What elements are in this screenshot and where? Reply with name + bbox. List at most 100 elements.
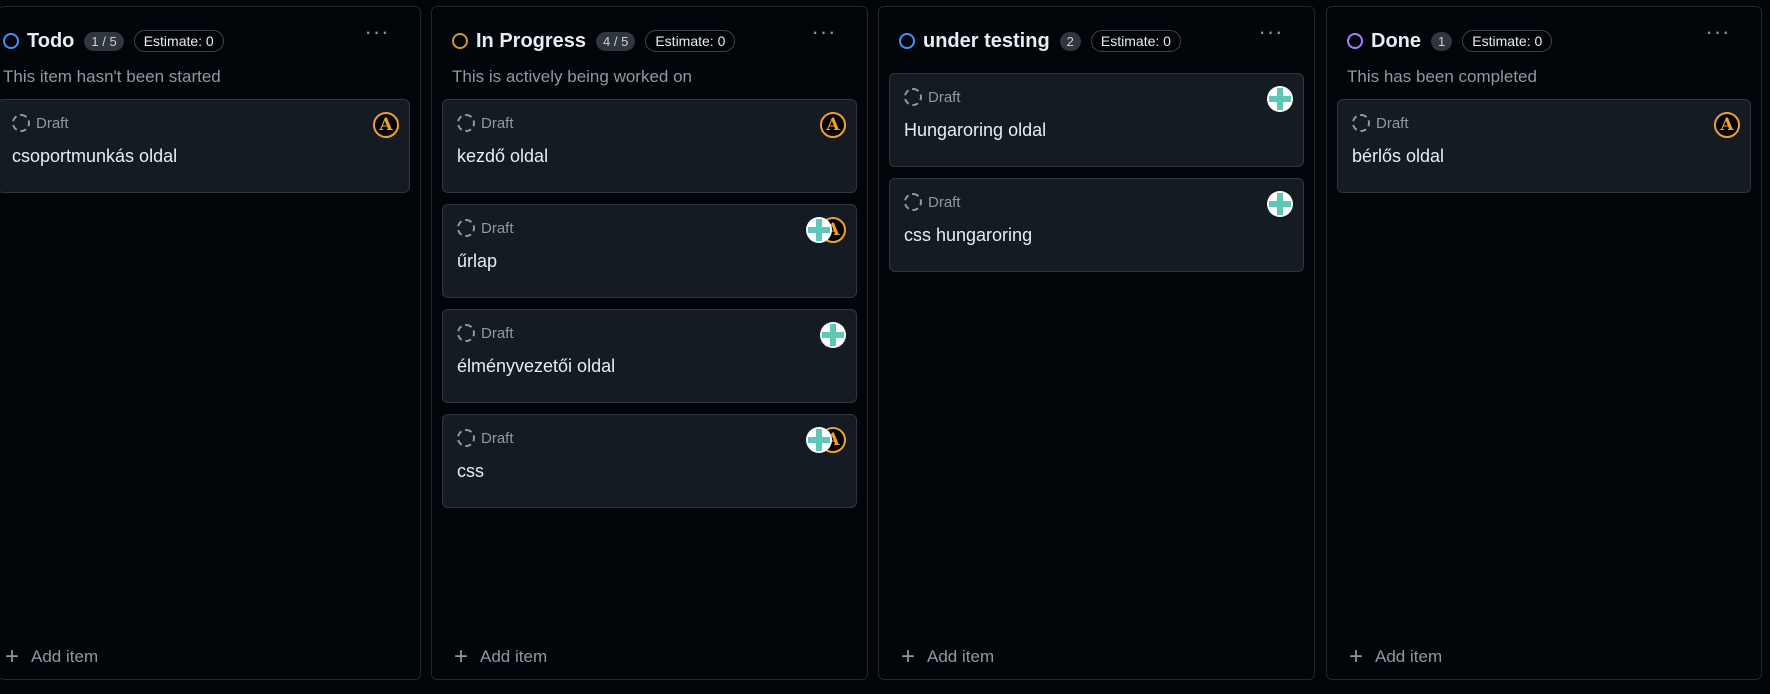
item-card[interactable]: Draft csoportmunkás oldal A <box>0 99 410 193</box>
column-todo: Todo 1 / 5 Estimate: 0 ··· This item has… <box>0 6 421 680</box>
column-menu-button[interactable]: ··· <box>1256 21 1286 45</box>
column-menu-button[interactable]: ··· <box>809 21 839 45</box>
card-title[interactable]: Hungaroring oldal <box>904 120 1046 141</box>
column-done: Done 1 Estimate: 0 ··· This has been com… <box>1326 6 1762 680</box>
assignee-avatars[interactable]: A <box>820 112 846 138</box>
estimate-badge: Estimate: 0 <box>133 30 224 52</box>
card-status: Draft <box>457 219 514 237</box>
draft-icon <box>457 429 475 447</box>
status-circle-icon <box>899 33 915 49</box>
card-status: Draft <box>904 88 961 106</box>
column-header: Todo 1 / 5 Estimate: 0 <box>3 27 380 55</box>
project-board: Todo 1 / 5 Estimate: 0 ··· This item has… <box>0 0 1770 694</box>
add-item-button[interactable]: + Add item <box>901 643 995 670</box>
card-title[interactable]: css hungaroring <box>904 225 1032 246</box>
card-title[interactable]: csoportmunkás oldal <box>12 146 177 167</box>
draft-icon <box>457 324 475 342</box>
card-status: Draft <box>12 114 69 132</box>
status-circle-icon <box>452 33 468 49</box>
card-status: Draft <box>457 114 514 132</box>
assignee-avatars[interactable]: A <box>806 217 846 243</box>
column-under-testing: under testing 2 Estimate: 0 ··· Draft Hu… <box>878 6 1315 680</box>
add-item-button[interactable]: + Add item <box>1349 643 1443 670</box>
column-description: This has been completed <box>1347 67 1537 86</box>
assignee-avatars[interactable]: A <box>806 427 846 453</box>
card-title[interactable]: css <box>457 461 484 482</box>
draft-icon <box>904 193 922 211</box>
item-card[interactable]: Draft bérlős oldal A <box>1337 99 1751 193</box>
add-item-label: Add item <box>31 647 99 666</box>
add-item-label: Add item <box>927 647 995 666</box>
column-header: under testing 2 Estimate: 0 <box>899 27 1274 55</box>
column-title: In Progress <box>476 29 587 52</box>
add-item-button[interactable]: + Add item <box>5 643 99 670</box>
column-description: This is actively being worked on <box>452 67 693 86</box>
item-count-badge: 4 / 5 <box>596 31 636 51</box>
item-card[interactable]: Draft css hungaroring <box>889 178 1304 272</box>
assignee-avatars[interactable] <box>1267 191 1293 217</box>
card-title[interactable]: bérlős oldal <box>1352 146 1444 167</box>
item-count-badge: 1 <box>1431 31 1453 51</box>
item-card[interactable]: Draft űrlap A <box>442 204 857 298</box>
draft-icon <box>457 219 475 237</box>
avatar-a-icon[interactable]: A <box>373 112 399 138</box>
column-title: Done <box>1371 29 1421 52</box>
draft-label: Draft <box>481 324 514 342</box>
avatar-letter: A <box>1720 114 1734 135</box>
card-title[interactable]: élményvezetői oldal <box>457 356 615 377</box>
column-header: Done 1 Estimate: 0 <box>1347 27 1721 55</box>
assignee-avatars[interactable] <box>1267 86 1293 112</box>
plus-icon: + <box>5 643 20 670</box>
avatar-a-icon[interactable]: A <box>820 112 846 138</box>
draft-label: Draft <box>481 219 514 237</box>
draft-label: Draft <box>481 114 514 132</box>
assignee-avatars[interactable]: A <box>373 112 399 138</box>
draft-icon <box>904 88 922 106</box>
avatar-letter: A <box>379 114 393 135</box>
item-card[interactable]: Draft kezdő oldal A <box>442 99 857 193</box>
column-in-progress: In Progress 4 / 5 Estimate: 0 ··· This i… <box>431 6 868 680</box>
plus-icon: + <box>901 643 916 670</box>
draft-label: Draft <box>481 429 514 447</box>
item-count-badge: 2 <box>1059 31 1081 51</box>
plus-icon: + <box>454 643 469 670</box>
column-header: In Progress 4 / 5 Estimate: 0 <box>452 27 827 55</box>
avatar-cross-icon[interactable] <box>820 322 846 348</box>
add-item-label: Add item <box>1375 647 1443 666</box>
estimate-badge: Estimate: 0 <box>1462 30 1553 52</box>
column-description: This item hasn't been started <box>3 67 221 86</box>
avatar-cross-icon[interactable] <box>806 427 832 453</box>
status-circle-icon <box>1347 33 1363 49</box>
item-card[interactable]: Draft css A <box>442 414 857 508</box>
column-title: Todo <box>27 29 75 52</box>
item-card[interactable]: Draft Hungaroring oldal <box>889 73 1304 167</box>
card-status: Draft <box>904 193 961 211</box>
card-title[interactable]: űrlap <box>457 251 497 272</box>
draft-label: Draft <box>928 193 961 211</box>
avatar-cross-icon[interactable] <box>1267 191 1293 217</box>
card-status: Draft <box>457 429 514 447</box>
estimate-badge: Estimate: 0 <box>1090 30 1181 52</box>
column-menu-button[interactable]: ··· <box>1703 21 1733 45</box>
draft-label: Draft <box>928 88 961 106</box>
draft-label: Draft <box>36 114 69 132</box>
card-status: Draft <box>457 324 514 342</box>
assignee-avatars[interactable]: A <box>1714 112 1740 138</box>
plus-icon: + <box>1349 643 1364 670</box>
item-card[interactable]: Draft élményvezetői oldal <box>442 309 857 403</box>
add-item-button[interactable]: + Add item <box>454 643 548 670</box>
assignee-avatars[interactable] <box>820 322 846 348</box>
avatar-letter: A <box>826 114 840 135</box>
draft-icon <box>1352 114 1370 132</box>
card-title[interactable]: kezdő oldal <box>457 146 548 167</box>
draft-label: Draft <box>1376 114 1409 132</box>
avatar-cross-icon[interactable] <box>1267 86 1293 112</box>
item-count-badge: 1 / 5 <box>84 31 124 51</box>
draft-icon <box>457 114 475 132</box>
avatar-a-icon[interactable]: A <box>1714 112 1740 138</box>
column-menu-button[interactable]: ··· <box>362 21 392 45</box>
draft-icon <box>12 114 30 132</box>
add-item-label: Add item <box>480 647 548 666</box>
avatar-cross-icon[interactable] <box>806 217 832 243</box>
card-status: Draft <box>1352 114 1409 132</box>
